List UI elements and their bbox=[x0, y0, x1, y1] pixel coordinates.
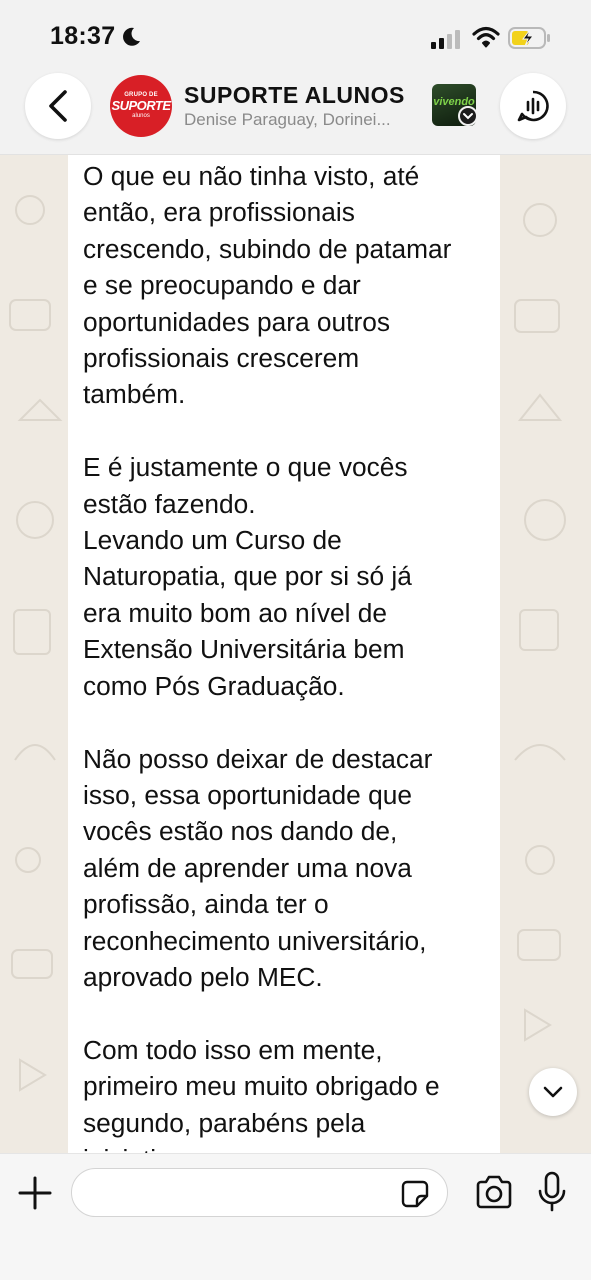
message-text: O que eu não tinha visto, até então, era… bbox=[83, 161, 452, 1153]
status-time: 18:37 bbox=[50, 22, 116, 50]
wifi-icon bbox=[472, 26, 500, 48]
scroll-down-button[interactable] bbox=[529, 1068, 577, 1116]
group-call-button[interactable] bbox=[500, 73, 566, 139]
chat-title[interactable]: SUPORTE ALUNOS bbox=[184, 82, 405, 109]
chevron-badge-icon bbox=[458, 106, 478, 126]
moon-icon bbox=[123, 27, 140, 46]
battery-charging-icon bbox=[508, 27, 550, 49]
chat-header: GRUPO DE SUPORTE alunos SUPORTE ALUNOS D… bbox=[0, 60, 591, 155]
group-avatar[interactable]: GRUPO DE SUPORTE alunos bbox=[110, 75, 172, 137]
sticker-icon[interactable] bbox=[400, 1179, 430, 1209]
microphone-icon[interactable] bbox=[536, 1171, 568, 1213]
signal-icon bbox=[431, 30, 460, 49]
chat-subtitle[interactable]: Denise Paraguay, Dorinei... bbox=[184, 110, 414, 130]
camera-icon[interactable] bbox=[474, 1174, 514, 1212]
avatar-text-mid: SUPORTE bbox=[111, 98, 171, 113]
group-call-icon bbox=[517, 90, 549, 122]
chevron-down-icon bbox=[543, 1086, 563, 1098]
avatar-text-bottom: alunos bbox=[132, 113, 150, 119]
message-bubble[interactable]: O que eu não tinha visto, até então, era… bbox=[68, 140, 500, 1153]
chevron-left-icon bbox=[49, 90, 67, 122]
back-button[interactable] bbox=[25, 73, 91, 139]
input-bar bbox=[0, 1153, 591, 1280]
message-input[interactable] bbox=[71, 1168, 448, 1217]
plus-icon[interactable] bbox=[16, 1174, 54, 1212]
